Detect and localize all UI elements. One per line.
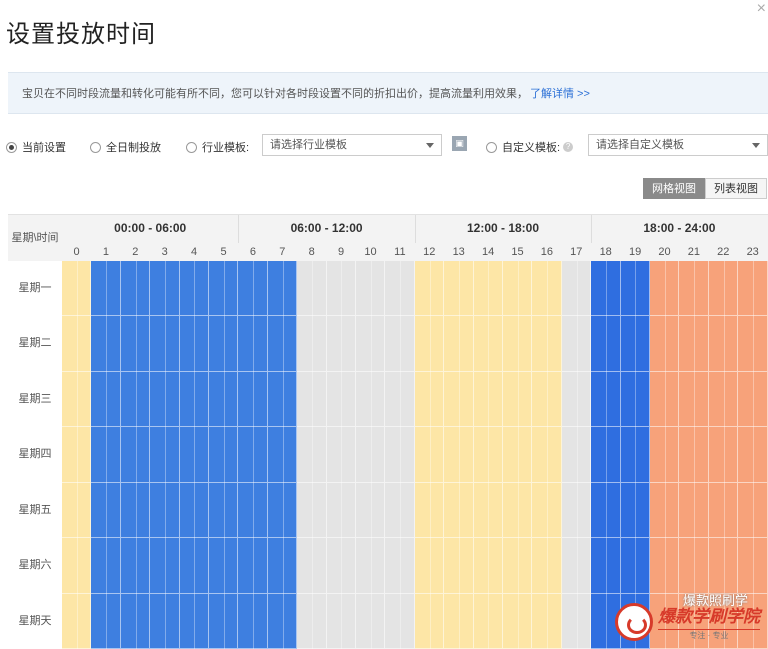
day-label: 星期五 <box>8 482 62 539</box>
chevron-down-icon <box>752 143 760 148</box>
hour-label: 9 <box>338 246 345 258</box>
hour-label: 1 <box>102 246 109 258</box>
day-label: 星期一 <box>8 261 62 317</box>
half-hour-line <box>135 261 137 649</box>
list-view-button[interactable]: 列表视图 <box>705 178 767 199</box>
template-options: 当前设置 全日制投放 行业模板: 请选择行业模板 ▣ 自定义模板: ? 请选择自… <box>0 133 768 159</box>
help-icon[interactable]: ? <box>563 142 574 152</box>
industry-template-label: 行业模板: <box>202 142 250 154</box>
industry-template-select[interactable]: 请选择行业模板 <box>262 134 442 156</box>
time-range-header: 18:00 - 24:00 <box>643 221 716 235</box>
custom-template-label: 自定义模板: <box>502 142 561 154</box>
hour-label: 16 <box>540 246 554 258</box>
hour-label: 6 <box>249 246 256 258</box>
half-hour-line <box>635 261 637 649</box>
day-label: 星期四 <box>8 427 62 483</box>
hour-label: 2 <box>132 246 139 258</box>
day-label: 星期二 <box>8 316 62 372</box>
half-hour-line <box>370 261 372 649</box>
half-hour-line <box>76 261 78 649</box>
time-range-header: 06:00 - 12:00 <box>290 221 363 235</box>
half-hour-line <box>282 261 284 649</box>
watermark-logo-icon <box>615 602 653 641</box>
industry-select-value: 请选择行业模板 <box>270 139 347 151</box>
hour-label: 15 <box>511 246 524 258</box>
half-hour-line <box>223 261 225 649</box>
corner-label: 星期\时间 <box>11 232 59 244</box>
industry-template-option[interactable]: 行业模板: <box>186 139 249 155</box>
close-icon[interactable]: × <box>757 0 766 18</box>
current-setting-label: 当前设置 <box>22 142 66 154</box>
day-label: 星期天 <box>8 593 62 649</box>
half-hour-line <box>429 261 431 649</box>
hour-label: 21 <box>687 246 701 258</box>
hour-label: 19 <box>628 246 642 258</box>
hour-label: 23 <box>746 246 759 258</box>
custom-template-option[interactable]: 自定义模板: ? <box>486 139 574 155</box>
time-range-header: 12:00 - 18:00 <box>466 221 540 235</box>
half-hour-line <box>164 261 166 649</box>
all-day-label: 全日制投放 <box>106 142 161 154</box>
hour-label: 18 <box>599 246 612 258</box>
range-divider <box>414 215 416 243</box>
watermark: 爆款学刷学院 专注 · 专业 <box>615 602 760 641</box>
chevron-down-icon <box>426 143 434 148</box>
custom-template-select[interactable]: 请选择自定义模板 <box>588 134 768 156</box>
grid-view-button[interactable]: 网格视图 <box>643 178 705 199</box>
radio-industry[interactable] <box>186 141 197 153</box>
hour-label: 22 <box>717 246 730 258</box>
half-hour-line <box>253 261 255 649</box>
time-range-header: 00:00 - 06:00 <box>114 221 187 235</box>
schedule-grid-header: 星期\时间 00:00 - 06:00 06:00 - 12:00 12:00 - … <box>8 214 768 261</box>
hour-label: 20 <box>658 246 671 258</box>
hour-label: 17 <box>570 246 583 258</box>
half-hour-line <box>458 261 460 649</box>
save-template-icon[interactable]: ▣ <box>452 136 467 151</box>
hour-label: 11 <box>394 246 406 258</box>
half-hour-line <box>106 261 108 649</box>
range-divider <box>591 215 593 243</box>
hour-label: 5 <box>220 246 227 258</box>
day-label: 星期六 <box>8 538 62 594</box>
watermark-subtitle: 专注 · 专业 <box>658 629 760 641</box>
half-hour-line <box>311 261 313 649</box>
range-divider <box>238 215 240 243</box>
day-label: 星期三 <box>8 371 62 428</box>
schedule-grid: 星期一 星期二 星期三 星期四 星期五 星期六 星期天 <box>8 261 768 649</box>
view-toggle: 网格视图 列表视图 <box>643 178 767 199</box>
info-notice: 宝贝在不同时段流量和转化可能有所不同，您可以针对各时段设置不同的折扣出价，提高流… <box>8 72 768 114</box>
hour-label: 0 <box>73 246 80 258</box>
radio-current[interactable] <box>6 141 17 153</box>
half-hour-line <box>341 261 343 649</box>
half-hour-line <box>194 261 196 649</box>
hour-label: 7 <box>279 246 286 258</box>
current-setting-option[interactable]: 当前设置 <box>6 139 66 155</box>
half-hour-line <box>547 261 549 649</box>
notice-text: 宝贝在不同时段流量和转化可能有所不同，您可以针对各时段设置不同的折扣出价，提高流… <box>22 88 528 100</box>
dialog-title: 设置投放时间 <box>6 21 156 48</box>
hour-label: 3 <box>161 246 168 258</box>
half-hour-line <box>517 261 519 649</box>
custom-select-value: 请选择自定义模板 <box>596 139 684 151</box>
hour-label: 13 <box>452 246 465 258</box>
watermark-title: 爆款学刷学院 <box>658 607 760 626</box>
half-hour-line <box>400 261 402 649</box>
half-hour-line <box>576 261 578 649</box>
schedule-cells <box>62 261 768 649</box>
hour-label: 14 <box>481 246 495 258</box>
all-day-option[interactable]: 全日制投放 <box>90 139 161 155</box>
radio-custom[interactable] <box>486 141 497 153</box>
learn-more-link[interactable]: 了解详情 >> <box>530 88 590 100</box>
radio-all-day[interactable] <box>90 141 101 153</box>
half-hour-line <box>664 261 666 649</box>
hour-label: 4 <box>191 246 198 258</box>
half-hour-line <box>605 261 607 649</box>
hour-label: 10 <box>364 246 377 258</box>
half-hour-line <box>752 261 754 649</box>
half-hour-line <box>488 261 490 649</box>
hour-label: 8 <box>308 246 315 258</box>
hour-label: 12 <box>423 246 436 258</box>
